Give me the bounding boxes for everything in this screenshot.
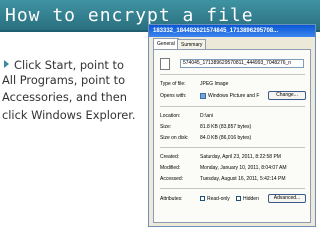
bullet-line: All Programs, point to [2,73,126,87]
opens-with-row: Opens with: Windows Picture and F Change… [160,91,310,100]
change-button[interactable]: Change... [268,91,306,100]
hidden-label[interactable]: Hidden [243,195,259,203]
divider [160,106,305,107]
bullet-arrow-icon [4,60,9,68]
modified-label: Modified: [160,165,181,171]
tab-summary[interactable]: Summary [177,39,207,49]
read-only-label[interactable]: Read-only [207,195,230,203]
bullet-line: Click Start, point to [14,58,124,72]
created-value: Saturday, April 23, 2011, 8:22:58 PM [200,154,281,160]
advanced-button[interactable]: Advanced... [268,194,306,203]
general-tab-panel: 574045_171389629570811_444993_7048276_n … [153,49,311,223]
picture-viewer-icon [200,93,206,99]
divider [160,188,305,189]
type-of-file-value: JPEG Image [200,81,229,87]
attributes-label: Attributes: [160,196,183,202]
jpeg-file-icon [160,58,170,70]
slide: How to encrypt a file Click Start, point… [0,0,320,240]
size-on-disk-label: Size on disk: [160,135,189,141]
divider [160,74,305,75]
bullet-line: click Windows Explorer. [2,108,136,122]
location-value: D:\ani [200,113,214,119]
opens-with-label: Opens with: [160,93,187,99]
opens-with-value: Windows Picture and F [208,93,260,99]
file-name-input[interactable]: 574045_171389629570811_444993_7048276_n [180,59,304,68]
accessed-label: Accessed: [160,176,184,182]
type-of-file-label: Type of file: [160,81,186,87]
location-label: Location: [160,113,181,119]
size-value: 81.8 KB (83,857 bytes) [200,124,252,130]
divider [160,147,305,148]
size-label: Size: [160,124,172,130]
attributes-row: Attributes: Read-only Hidden Advanced... [160,194,310,203]
file-properties-dialog: 183332_184482621574845_1713896295708... … [148,24,316,227]
created-label: Created: [160,154,180,160]
dialog-title-bar[interactable]: 183332_184482621574845_1713896295708... [149,25,315,37]
accessed-value: Tuesday, August 16, 2011, 5:42:14 PM [200,176,286,182]
hidden-checkbox[interactable] [236,196,241,201]
read-only-checkbox[interactable] [200,196,205,201]
modified-value: Monday, January 10, 2011, 8:04:07 AM [200,165,287,171]
bullet-line: Accessories, and then [2,90,127,104]
tab-general[interactable]: General [153,38,179,49]
size-on-disk-value: 84.0 KB (86,016 bytes) [200,135,252,141]
dialog-title: 183332_184482621574845_1713896295708... [153,28,279,34]
